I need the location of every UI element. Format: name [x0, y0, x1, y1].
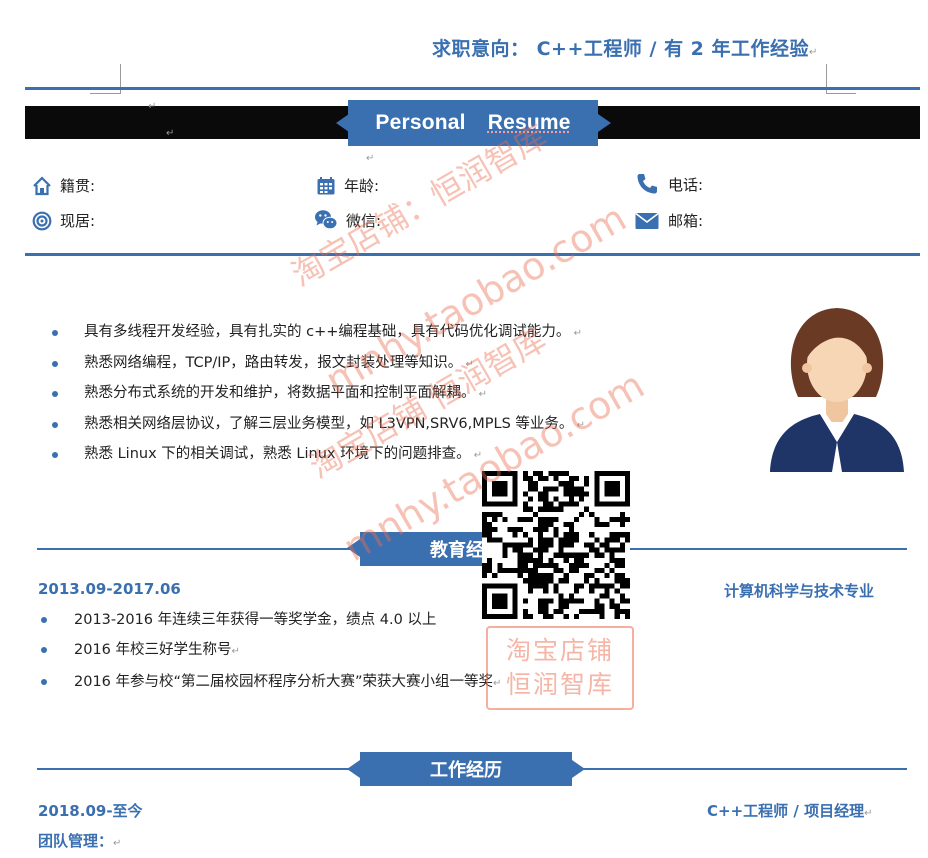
work-left-arrow — [347, 760, 360, 778]
top-rule — [25, 87, 920, 90]
mail-icon — [634, 211, 660, 231]
phone-icon — [634, 171, 660, 197]
education-major: 计算机科学与技术专业 — [724, 582, 875, 600]
info-email-label: 邮箱: — [668, 212, 704, 230]
info-email: 邮箱: — [634, 210, 703, 231]
education-item: 2016 年校三好学生称号↵ — [38, 635, 501, 667]
info-phone: 电话: — [634, 171, 703, 197]
crop-mark-right-h — [826, 93, 856, 94]
info-residence-label: 现居: — [60, 212, 96, 230]
work-role: C++工程师 / 项目经理↵ — [707, 802, 873, 820]
work-subheading: 团队管理：↵ — [38, 832, 122, 850]
work-section-title: 工作经历 — [360, 752, 572, 786]
info-age: 年龄: — [316, 175, 379, 196]
info-phone-label: 电话: — [668, 175, 704, 194]
info-residence: 现居: — [32, 210, 95, 231]
info-age-label: 年龄: — [344, 177, 380, 195]
education-item: 2016 年参与校“第二届校园杯程序分析大赛”荣获大赛小组一等奖↵ — [38, 667, 501, 699]
work-dates: 2018.09-至今 — [38, 802, 143, 820]
avatar — [768, 302, 906, 472]
target-icon — [32, 211, 52, 231]
info-hometown-label: 籍贯: — [60, 177, 96, 195]
work-right-arrow — [572, 760, 585, 778]
watermark-stamp: 淘宝店铺 恒润智库 — [486, 626, 634, 710]
calendar-icon — [316, 176, 336, 196]
education-dates: 2013.09-2017.06 — [38, 580, 181, 598]
info-hometown: 籍贯: — [32, 175, 95, 196]
qr-code — [482, 471, 630, 619]
skill-item: 熟悉分布式系统的开发和维护，将数据平面和控制平面解耦。 ↵ — [52, 379, 585, 410]
info-rule — [25, 253, 920, 256]
resume-title: Personal Resume — [348, 100, 598, 146]
crop-mark-left-h — [90, 93, 120, 94]
job-objective: 求职意向： C++工程师 / 有 2 年工作经验↵ — [432, 38, 818, 60]
education-item: 2013-2016 年连续三年获得一等奖学金，绩点 4.0 以上 — [38, 605, 501, 635]
home-icon — [32, 175, 52, 196]
job-objective-text: 求职意向： C++工程师 / 有 2 年工作经验 — [432, 38, 810, 60]
education-list: 2013-2016 年连续三年获得一等奖学金，绩点 4.0 以上 2016 年校… — [38, 605, 501, 699]
banner-right-arrow — [598, 114, 611, 132]
resume-title-word1: Personal — [375, 111, 466, 134]
